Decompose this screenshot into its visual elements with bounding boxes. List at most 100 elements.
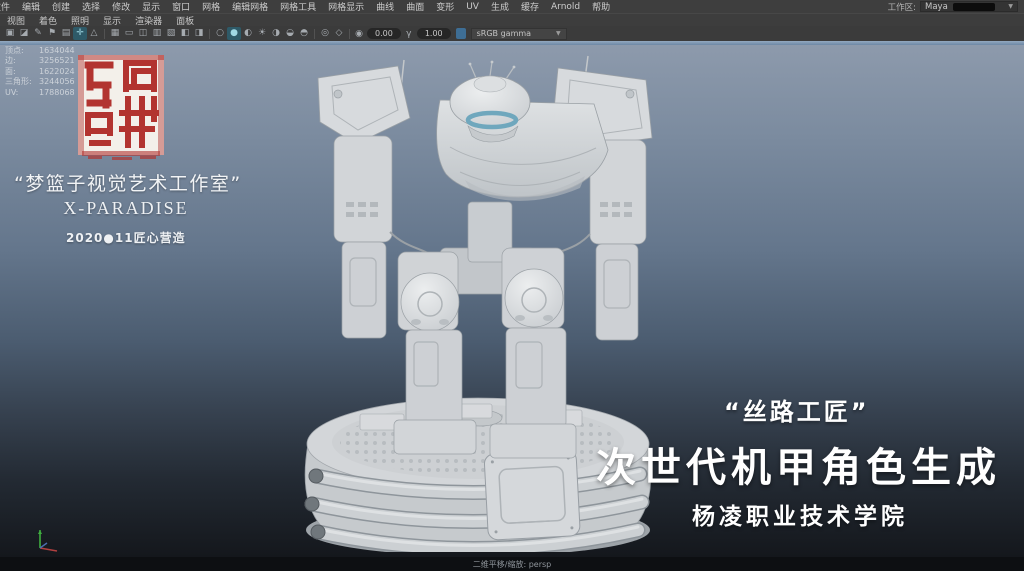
hud-row-faces: 面: 1622024 <box>5 67 75 77</box>
menu-generate[interactable]: 生成 <box>485 0 515 13</box>
silk-road-craftsman-text: “丝路工匠” <box>724 392 870 427</box>
menu-surfaces[interactable]: 曲面 <box>400 0 430 13</box>
field-chart-icon[interactable]: ▧ <box>164 27 178 40</box>
grease-pencil-icon[interactable]: △ <box>87 27 101 40</box>
lock-camera-icon[interactable]: ◪ <box>17 27 31 40</box>
textured-icon[interactable]: ◐ <box>241 27 255 40</box>
menu-create[interactable]: 创建 <box>46 0 76 13</box>
panel-menu-renderer[interactable]: 渲染器 <box>128 14 169 27</box>
pan-zoom-2d-icon[interactable]: ✛ <box>73 27 87 40</box>
workspace-label: 工作区: <box>888 1 916 13</box>
isolate-select-icon[interactable]: ◎ <box>318 27 332 40</box>
chevron-down-icon: ▼ <box>1008 3 1013 10</box>
hud-row-edges: 边: 3256521 <box>5 56 75 66</box>
image-plane-icon[interactable]: ▤ <box>59 27 73 40</box>
base-hatch-panel <box>484 450 580 541</box>
menu-mesh-tools[interactable]: 网格工具 <box>274 0 322 13</box>
grid-icon[interactable]: ▦ <box>108 27 122 40</box>
menu-select[interactable]: 选择 <box>76 0 106 13</box>
hud-row-uvs: UV: 1788068 <box>5 88 75 98</box>
menu-windows[interactable]: 窗口 <box>166 0 196 13</box>
poly-count-hud: 顶点: 1634044 边: 3256521 面: 1622024 三角形: 3… <box>5 46 75 98</box>
menu-mesh-display[interactable]: 网格显示 <box>322 0 370 13</box>
toolbar-separator <box>104 29 105 39</box>
toolbar-separator <box>314 29 315 39</box>
menu-cache[interactable]: 缓存 <box>515 0 545 13</box>
menu-file[interactable]: 文件 <box>0 0 16 13</box>
hud-value: 3244056 <box>39 77 75 87</box>
view-transform-dropdown[interactable]: sRGB gamma ▼ <box>471 28 567 40</box>
hud-value: 1788068 <box>39 88 75 98</box>
main-menu-bar: 文件 编辑 创建 选择 修改 显示 窗口 网格 编辑网格 网格工具 网格显示 曲… <box>0 0 1024 13</box>
gamma-field[interactable]: 1.00 <box>417 28 451 39</box>
view-axis-gizmo <box>30 522 70 552</box>
gamma-icon[interactable]: γ <box>403 29 415 39</box>
hud-label: 边: <box>5 56 39 66</box>
status-text: 二维平移/缩放: persp <box>473 559 551 570</box>
camera-attributes-icon[interactable]: ✎ <box>31 27 45 40</box>
chevron-down-icon: ▼ <box>556 30 561 37</box>
menu-display[interactable]: 显示 <box>136 0 166 13</box>
safe-action-icon[interactable]: ◧ <box>178 27 192 40</box>
menu-uv[interactable]: UV <box>460 2 485 12</box>
studio-name-text: “梦篮子视觉艺术工作室” <box>14 169 294 196</box>
panel-menu-panels[interactable]: 面板 <box>169 14 201 27</box>
workspace-area: 工作区: Maya ▼ <box>888 1 1024 13</box>
panel-menu-view[interactable]: 视图 <box>0 14 32 27</box>
hud-row-tris: 三角形: 3244056 <box>5 77 75 87</box>
hud-value: 1622024 <box>39 67 75 77</box>
workspace-redaction <box>953 3 995 11</box>
menu-modify[interactable]: 修改 <box>106 0 136 13</box>
use-all-lights-icon[interactable]: ☀ <box>255 27 269 40</box>
hud-label: UV: <box>5 88 39 98</box>
panel-menu-lighting[interactable]: 照明 <box>64 14 96 27</box>
studio-english-name: X-PARADISE <box>0 198 252 219</box>
hud-label: 三角形: <box>5 77 39 87</box>
status-bar: 二维平移/缩放: persp <box>0 557 1024 571</box>
hud-label: 顶点: <box>5 46 39 56</box>
smooth-shade-icon[interactable]: ● <box>227 27 241 40</box>
bookmarks-icon[interactable]: ⚑ <box>45 27 59 40</box>
studio-seal-stamp <box>78 55 164 161</box>
perspective-viewport[interactable]: 顶点: 1634044 边: 3256521 面: 1622024 三角形: 3… <box>0 45 1024 557</box>
viewport-toolbar: ▣ ◪ ✎ ⚑ ▤ ✛ △ ▦ ▭ ◫ ▥ ▧ ◧ ◨ ○ ● ◐ ☀ ◑ ◒ … <box>0 26 1024 41</box>
safe-title-icon[interactable]: ◨ <box>192 27 206 40</box>
hud-value: 3256521 <box>39 56 75 66</box>
xray-icon[interactable]: ◇ <box>332 27 346 40</box>
menu-edit[interactable]: 编辑 <box>16 0 46 13</box>
hud-label: 面: <box>5 67 39 77</box>
workspace-value: Maya <box>925 2 948 12</box>
z-axis <box>40 543 47 548</box>
school-name-text: 杨凌职业技术学院 <box>692 497 908 531</box>
exposure-icon[interactable]: ◉ <box>353 29 365 39</box>
gate-mask-icon[interactable]: ▥ <box>150 27 164 40</box>
course-title-text: 次世代机甲角色生成 <box>596 435 1001 493</box>
motion-blur-icon[interactable]: ◓ <box>297 27 311 40</box>
panel-menu-shading[interactable]: 着色 <box>32 14 64 27</box>
panel-menu-bar: 视图 着色 照明 显示 渲染器 面板 <box>0 13 1024 26</box>
maya-window: 文件 编辑 创建 选择 修改 显示 窗口 网格 编辑网格 网格工具 网格显示 曲… <box>0 0 1024 571</box>
toolbar-separator <box>209 29 210 39</box>
x-axis <box>40 548 57 551</box>
view-transform-value: sRGB gamma <box>477 29 531 38</box>
studio-subtitle: 2020●11匠心营造 <box>66 229 186 246</box>
menu-curves[interactable]: 曲线 <box>370 0 400 13</box>
ambient-occlusion-icon[interactable]: ◒ <box>283 27 297 40</box>
menu-arnold[interactable]: Arnold <box>545 2 586 12</box>
wireframe-icon[interactable]: ○ <box>213 27 227 40</box>
panel-menu-show[interactable]: 显示 <box>96 14 128 27</box>
select-camera-icon[interactable]: ▣ <box>3 27 17 40</box>
toolbar-separator <box>349 29 350 39</box>
menu-edit-mesh[interactable]: 编辑网格 <box>226 0 274 13</box>
exposure-field[interactable]: 0.00 <box>367 28 401 39</box>
hud-row-verts: 顶点: 1634044 <box>5 46 75 56</box>
menu-help[interactable]: 帮助 <box>586 0 616 13</box>
menu-mesh[interactable]: 网格 <box>196 0 226 13</box>
resolution-gate-icon[interactable]: ◫ <box>136 27 150 40</box>
hud-value: 1634044 <box>39 46 75 56</box>
shadows-icon[interactable]: ◑ <box>269 27 283 40</box>
color-management-toggle[interactable] <box>456 28 466 39</box>
film-gate-icon[interactable]: ▭ <box>122 27 136 40</box>
workspace-selector[interactable]: Maya ▼ <box>920 1 1018 12</box>
menu-deform[interactable]: 变形 <box>430 0 460 13</box>
